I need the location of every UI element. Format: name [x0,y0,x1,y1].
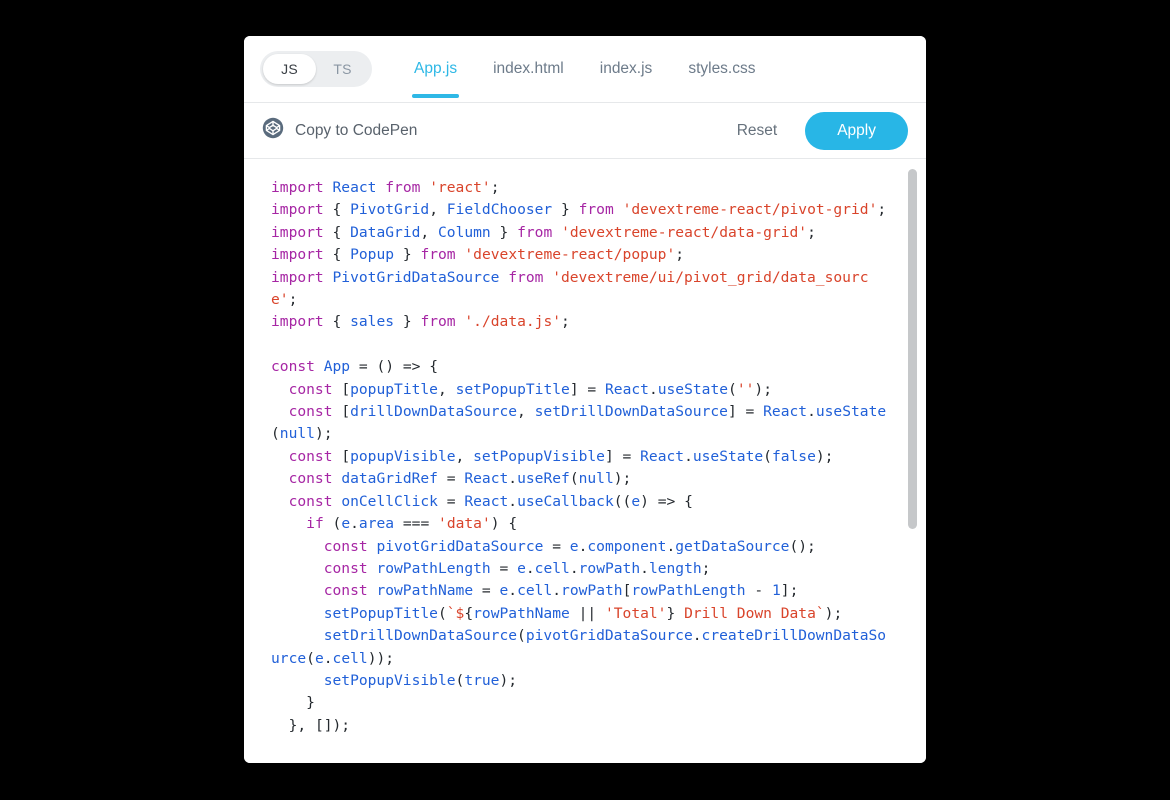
editor-toolbar: Copy to CodePen Reset Apply [244,103,926,159]
language-toggle[interactable]: JS TS [260,51,372,87]
language-option-ts[interactable]: TS [316,54,369,84]
codepen-icon [262,117,284,144]
tab-index-html[interactable]: index.html [475,36,582,103]
copy-to-codepen-button[interactable]: Copy to CodePen [262,117,417,144]
code-editor-card: JS TS App.js index.html index.js styles.… [244,36,926,763]
tab-styles-css[interactable]: styles.css [670,36,773,103]
tab-bar: JS TS App.js index.html index.js styles.… [244,36,926,103]
code-scrollbar-track[interactable] [908,159,917,763]
code-scrollbar-thumb[interactable] [908,169,917,529]
reset-button[interactable]: Reset [727,116,788,146]
code-content[interactable]: import React from 'react'; import { Pivo… [244,159,892,737]
copy-to-codepen-label: Copy to CodePen [295,121,418,139]
screen-root: { "colors": { "background": "#000000", "… [0,0,1170,800]
code-editor-viewport[interactable]: import React from 'react'; import { Pivo… [244,159,926,763]
apply-button[interactable]: Apply [805,111,908,150]
tab-index-js[interactable]: index.js [582,36,671,103]
language-option-js[interactable]: JS [263,54,316,84]
tab-app-js[interactable]: App.js [396,36,475,103]
file-tabs: App.js index.html index.js styles.css [396,36,774,103]
